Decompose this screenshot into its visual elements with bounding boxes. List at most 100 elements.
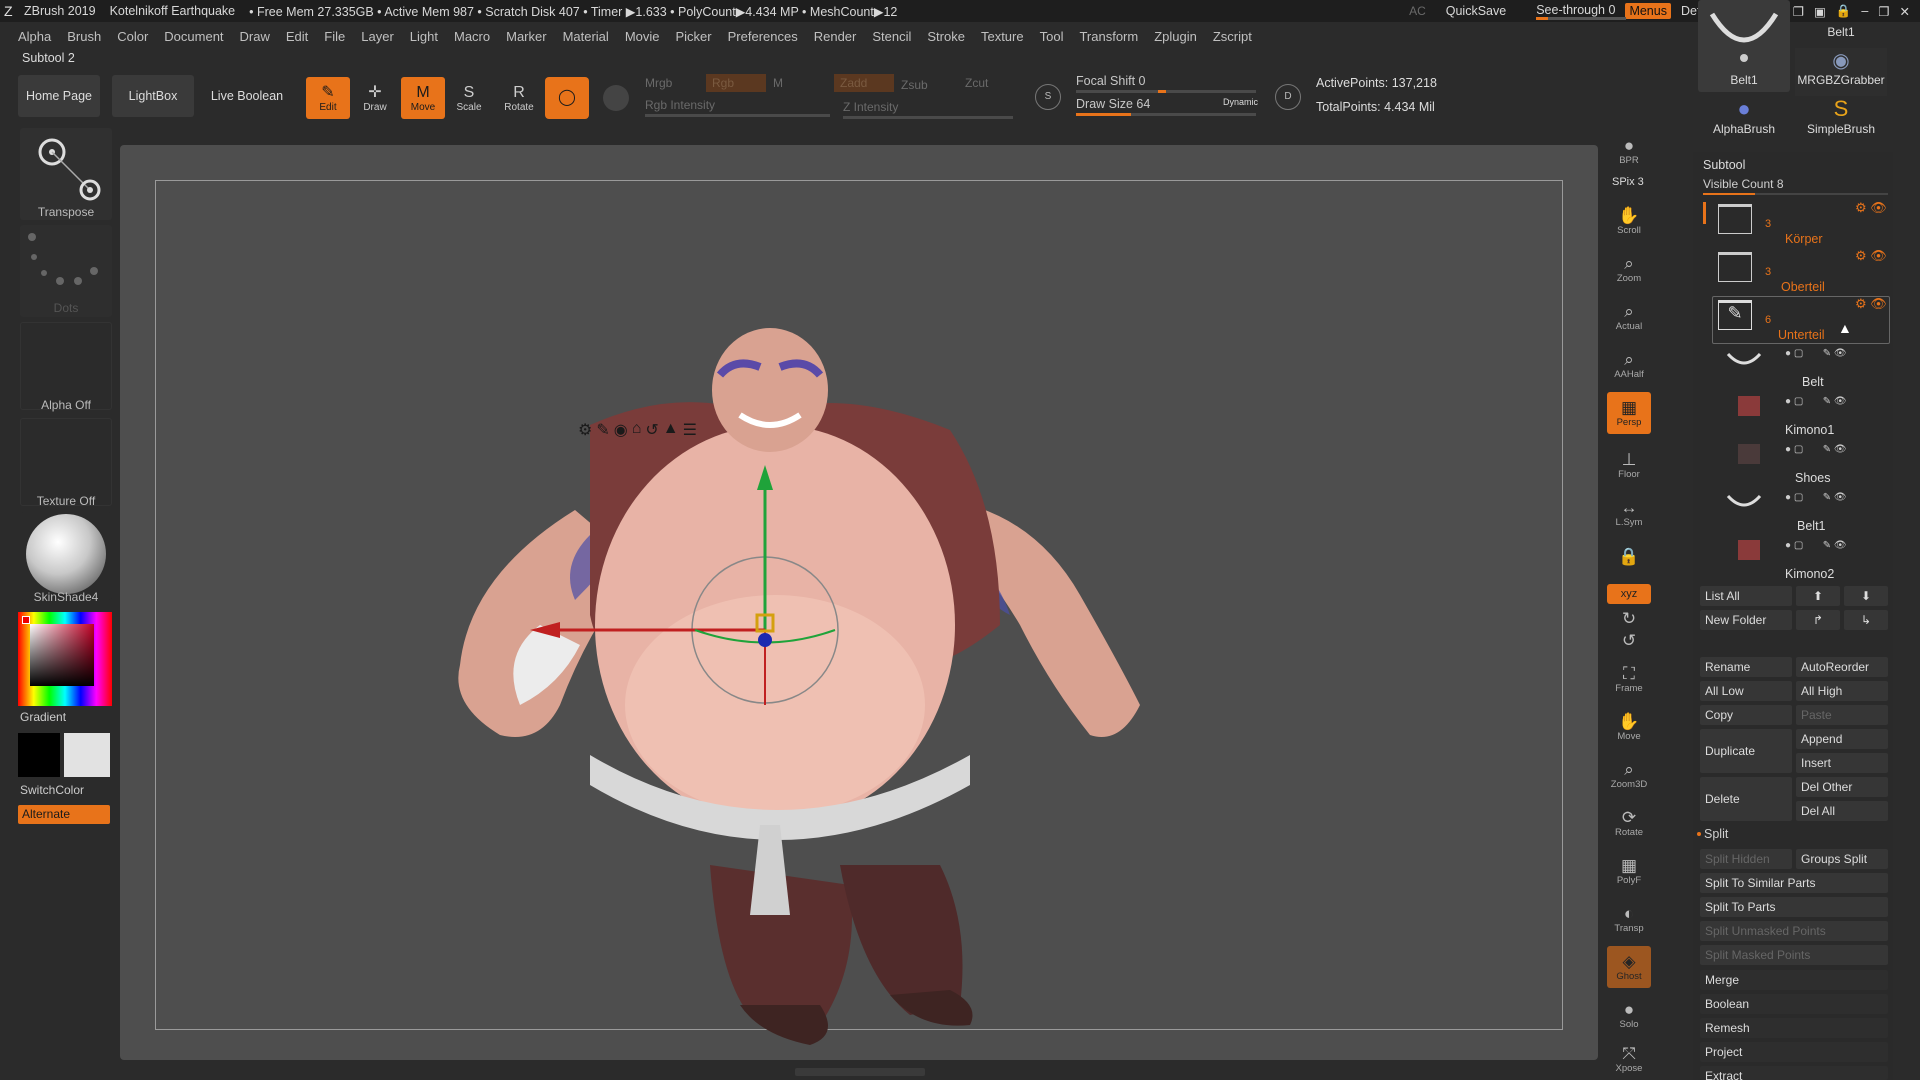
menu-picker[interactable]: Picker [676,29,712,44]
belt1-thumb[interactable]: Belt1 [1698,0,1790,92]
move-up-folder-icon[interactable]: ↱ [1796,610,1840,630]
duplicate-button[interactable]: Duplicate [1700,729,1792,773]
spix-label[interactable]: SPix 3 [1612,176,1644,188]
polyf-button[interactable]: ▦ PolyF [1607,850,1651,892]
draw-button[interactable]: ✛ Draw [353,77,397,119]
alternate-button[interactable]: Alternate [18,805,110,824]
menu-movie[interactable]: Movie [625,29,660,44]
color-picker[interactable] [18,612,112,706]
switchcolor-button[interactable]: SwitchColor [20,783,84,797]
menu-document[interactable]: Document [164,29,223,44]
split-masked-button[interactable]: Split Masked Points [1700,945,1888,965]
menu-edit[interactable]: Edit [286,29,308,44]
rgb-button[interactable]: Rgb [706,74,766,92]
visible-count-slider[interactable]: Visible Count 8 [1703,177,1784,191]
menu-render[interactable]: Render [814,29,857,44]
ac-label[interactable]: AC [1409,4,1426,18]
ghost-button[interactable]: ◈ Ghost [1607,946,1651,988]
del-other-button[interactable]: Del Other [1796,777,1888,797]
home-page-button[interactable]: Home Page [18,75,100,117]
bottom-tray-handle[interactable] [795,1068,925,1076]
home-icon[interactable]: ⌂ [632,420,642,440]
menu-layer[interactable]: Layer [361,29,394,44]
split-section-header[interactable]: Split [1704,827,1728,841]
visible-count-track[interactable] [1703,193,1888,195]
mrgbzgrabber-thumb[interactable]: ◉ MRGBZGrabber [1795,48,1887,96]
menu-file[interactable]: File [324,29,345,44]
append-button[interactable]: Append [1796,729,1888,749]
move-down-icon[interactable]: ⬇ [1844,586,1888,606]
seethrough-slider[interactable]: See-through 0 [1536,3,1627,20]
split-similar-parts-button[interactable]: Split To Similar Parts [1700,873,1888,893]
folder-name-unterteil[interactable]: Unterteil [1778,328,1825,342]
groups-split-button[interactable]: Groups Split [1796,849,1888,869]
xyz-button[interactable]: xyz [1607,584,1651,604]
local-lock-button[interactable]: 🔒 [1607,538,1651,574]
alpha-thumb[interactable] [20,322,112,410]
folder-gear-icon[interactable]: ⚙ 👁 [1855,248,1887,264]
all-high-button[interactable]: All High [1796,681,1888,701]
zoom-button[interactable]: ⌕ Zoom [1607,248,1651,290]
menu-light[interactable]: Light [410,29,438,44]
quicksave-button[interactable]: QuickSave [1446,4,1506,18]
z-intensity-slider[interactable]: Z Intensity [843,100,898,114]
subtool-name-kimono1[interactable]: Kimono1 [1785,423,1834,437]
rotate-z-button[interactable]: ↺ [1607,630,1651,650]
menu-marker[interactable]: Marker [506,29,546,44]
folder-edit-icon[interactable]: ✎ [1718,300,1752,330]
menu-brush[interactable]: Brush [67,29,101,44]
color-picker-sv[interactable] [30,624,94,686]
close-icon[interactable]: ✕ [1900,4,1910,19]
actual-button[interactable]: ⌕ Actual [1607,296,1651,338]
rotate-y-button[interactable]: ↻ [1607,608,1651,628]
subtool-header[interactable]: Subtool [1703,158,1745,172]
undo-icon[interactable]: ↺ [645,420,658,440]
new-folder-button[interactable]: New Folder [1700,610,1792,630]
zoom3d-button[interactable]: ⌕ Zoom3D [1607,754,1651,796]
subtool-name-shoes[interactable]: Shoes [1795,471,1830,485]
subtool-row-controls[interactable]: ● ▢ ✎ 👁 [1785,396,1847,407]
lightbox-button[interactable]: LightBox [112,75,194,117]
subtool-thumb-kimono1[interactable] [1738,396,1760,416]
mrgb-button[interactable]: Mrgb [645,76,672,90]
folder-name-oberteil[interactable]: Oberteil [1781,280,1825,294]
draw-size-track[interactable] [1076,113,1256,116]
transp-button[interactable]: ◐ Transp [1607,898,1651,940]
z-intensity-track[interactable] [843,116,1013,119]
secondary-color-swatch[interactable] [64,733,110,777]
merge-section[interactable]: Merge [1700,970,1888,990]
copy-button[interactable]: Copy [1700,705,1792,725]
list-icon[interactable]: ☰ [683,420,697,440]
palette-icon[interactable]: ▣ [1814,4,1826,19]
draw-size-label[interactable]: Draw Size 64 [1076,97,1150,111]
live-boolean-button[interactable]: Live Boolean [206,75,288,117]
split-unmasked-button[interactable]: Split Unmasked Points [1700,921,1888,941]
menu-material[interactable]: Material [563,29,609,44]
material-thumb[interactable] [20,512,112,600]
scroll-button[interactable]: ✋ Scroll [1607,200,1651,242]
scale-button[interactable]: S Scale [447,77,491,119]
list-all-button[interactable]: List All [1700,586,1792,606]
autoreorder-button[interactable]: AutoReorder [1796,657,1888,677]
lock-icon[interactable]: ▲ [663,420,679,440]
menu-stroke[interactable]: Stroke [927,29,965,44]
move-down-folder-icon[interactable]: ↳ [1844,610,1888,630]
delete-button[interactable]: Delete [1700,777,1792,821]
window-icon[interactable]: ❐ [1793,4,1804,19]
subtool-row-controls[interactable]: ● ▢ ✎ 👁 [1785,540,1847,551]
insert-button[interactable]: Insert [1796,753,1888,773]
menu-preferences[interactable]: Preferences [728,29,798,44]
alphabrush-thumb[interactable]: ● AlphaBrush [1698,96,1790,144]
extract-section[interactable]: Extract [1700,1066,1888,1080]
subtool-thumb-belt[interactable] [1726,350,1762,380]
dynamic-toggle[interactable]: Dynamic [1223,97,1258,107]
marker-icon[interactable]: ◉ [614,420,628,440]
folder-gear-icon[interactable]: ⚙ 👁 [1855,200,1887,216]
sumo-character-model[interactable] [120,145,1598,1060]
restore-icon[interactable]: ❐ [1878,4,1889,19]
menu-zscript[interactable]: Zscript [1213,29,1252,44]
subtool-thumb-kimono2[interactable] [1738,540,1760,560]
menu-texture[interactable]: Texture [981,29,1024,44]
remesh-section[interactable]: Remesh [1700,1018,1888,1038]
floor-button[interactable]: ⊥ Floor [1607,444,1651,486]
